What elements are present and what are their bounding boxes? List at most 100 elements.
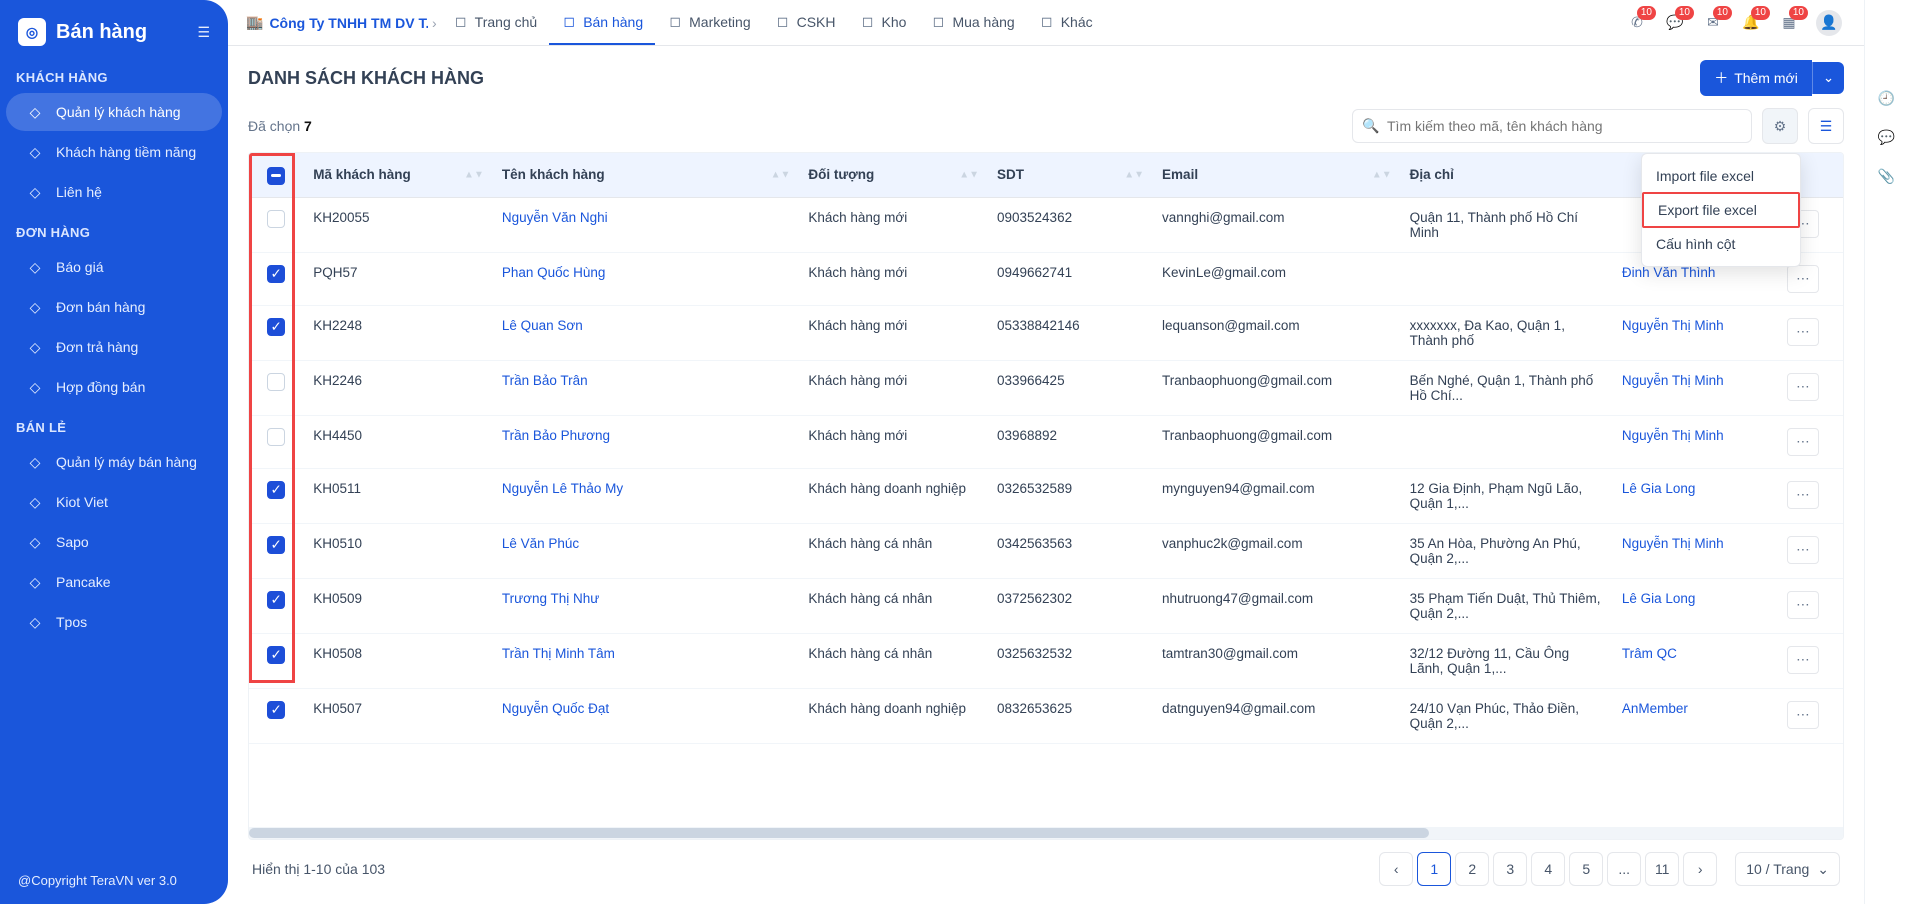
row-checkbox[interactable] [267,210,285,228]
import-excel-item[interactable]: Import file excel [1642,160,1800,192]
sidebar-item[interactable]: ◇Sapo [6,523,222,561]
nav-tab[interactable]: ◻Khác [1027,0,1105,45]
add-button-dropdown[interactable]: ⌄ [1812,62,1844,94]
sidebar-item[interactable]: ◇Khách hàng tiềm năng [6,133,222,171]
sidebar-item[interactable]: ◇Tpos [6,603,222,641]
tab-icon: ◻ [667,14,683,30]
cell-name[interactable]: Lê Văn Phúc [502,536,579,551]
cell-name[interactable]: Lê Quan Sơn [502,318,583,333]
sidebar-item[interactable]: ◇Báo giá [6,248,222,286]
page-number[interactable]: ... [1607,852,1641,886]
attachment-icon[interactable]: 📎 [1878,168,1895,185]
sidebar-item[interactable]: ◇Đơn bán hàng [6,288,222,326]
export-excel-item[interactable]: Export file excel [1642,192,1800,228]
row-more-button[interactable]: ⋯ [1787,428,1819,456]
sidebar-item[interactable]: ◇Liên hệ [6,173,222,211]
row-more-button[interactable]: ⋯ [1787,481,1819,509]
row-more-button[interactable]: ⋯ [1787,265,1819,293]
cell-owner[interactable]: Lê Gia Long [1622,591,1696,606]
cell-name[interactable]: Nguyễn Lê Thảo My [502,481,623,496]
sliders-icon: ⚙ [1774,118,1787,135]
page-next[interactable]: › [1683,852,1717,886]
table-row: ✓KH0511Nguyễn Lê Thảo MyKhách hàng doanh… [249,468,1843,523]
row-checkbox[interactable]: ✓ [267,265,285,283]
apps-icon[interactable]: ▦10 [1778,12,1800,34]
row-checkbox[interactable]: ✓ [267,318,285,336]
row-checkbox[interactable]: ✓ [267,701,285,719]
sidebar-item[interactable]: ◇Quản lý máy bán hàng [6,443,222,481]
row-more-button[interactable]: ⋯ [1787,646,1819,674]
bell-icon[interactable]: 🔔10 [1740,12,1762,34]
row-more-button[interactable]: ⋯ [1787,373,1819,401]
configure-columns-item[interactable]: Cấu hình cột [1642,228,1800,260]
page-size-selector[interactable]: 10 / Trang⌄ [1735,852,1840,886]
sidebar-item[interactable]: ◇Hợp đồng bán [6,368,222,406]
cell-owner[interactable]: Lê Gia Long [1622,481,1696,496]
nav-tab[interactable]: ◻Marketing [655,0,762,45]
cell-phone: 0342563563 [997,536,1072,551]
row-checkbox[interactable]: ✓ [267,591,285,609]
mail-icon[interactable]: ✉10 [1702,12,1724,34]
cell-owner[interactable]: AnMember [1622,701,1688,716]
horizontal-scrollbar[interactable] [249,827,1843,839]
page-prev[interactable]: ‹ [1379,852,1413,886]
cell-name[interactable]: Trần Bảo Trân [502,373,588,388]
row-checkbox[interactable]: ✓ [267,536,285,554]
cell-owner[interactable]: Nguyễn Thị Minh [1622,536,1724,551]
sidebar-item[interactable]: ◇Quản lý khách hàng [6,93,222,131]
page-number[interactable]: 1 [1417,852,1451,886]
sidebar-item[interactable]: ◇Pancake [6,563,222,601]
page-number[interactable]: 4 [1531,852,1565,886]
sort-icon[interactable]: ▲▼ [771,171,791,178]
sidebar-collapse-icon[interactable]: ☰ [197,24,210,41]
adjust-button[interactable]: ⚙ [1762,108,1798,144]
row-checkbox[interactable]: ✓ [267,481,285,499]
cell-owner[interactable]: Nguyễn Thị Minh [1622,373,1724,388]
cell-owner[interactable]: Trâm QC [1622,646,1677,661]
row-checkbox[interactable]: ✓ [267,646,285,664]
nav-tab[interactable]: ◻Trang chủ [441,0,550,45]
row-more-button[interactable]: ⋯ [1787,591,1819,619]
page-number[interactable]: 11 [1645,852,1679,886]
page-number[interactable]: 2 [1455,852,1489,886]
sidebar-item[interactable]: ◇Đơn trả hàng [6,328,222,366]
search-input[interactable] [1352,109,1752,143]
sidebar-item[interactable]: ◇Kiot Viet [6,483,222,521]
clock-icon[interactable]: 🕘 [1878,90,1895,107]
avatar[interactable]: 👤 [1816,10,1842,36]
select-all-checkbox[interactable] [267,167,285,185]
cell-type: Khách hàng mới [808,265,907,280]
cell-owner[interactable]: Nguyễn Thị Minh [1622,428,1724,443]
row-more-button[interactable]: ⋯ [1787,318,1819,346]
nav-tab[interactable]: ◻Kho [848,0,919,45]
sort-icon[interactable]: ▲▼ [959,171,979,178]
sort-icon[interactable]: ▲▼ [464,171,484,178]
add-button[interactable]: ＋Thêm mới [1700,60,1812,96]
cell-name[interactable]: Trần Bảo Phương [502,428,610,443]
sort-icon[interactable]: ▲▼ [1372,171,1392,178]
menu-icon: ◇ [26,493,44,511]
cell-name[interactable]: Trương Thị Như [502,591,599,606]
nav-tab[interactable]: ◻Bán hàng [549,0,655,45]
nav-tab[interactable]: ◻CSKH [763,0,848,45]
filter-button[interactable]: ☰ [1808,108,1844,144]
page-size-label: 10 / Trang [1746,861,1809,877]
cell-name[interactable]: Phan Quốc Hùng [502,265,606,280]
nav-tab[interactable]: ◻Mua hàng [918,0,1026,45]
row-more-button[interactable]: ⋯ [1787,536,1819,564]
cell-addr: Bến Nghé, Quận 1, Thành phố Hồ Chí... [1410,373,1594,403]
cell-owner[interactable]: Nguyễn Thị Minh [1622,318,1724,333]
row-checkbox[interactable] [267,373,285,391]
cell-name[interactable]: Trần Thị Minh Tâm [502,646,615,661]
page-number[interactable]: 5 [1569,852,1603,886]
cell-name[interactable]: Nguyễn Quốc Đạt [502,701,609,716]
sort-icon[interactable]: ▲▼ [1124,171,1144,178]
chat-icon[interactable]: 💬10 [1664,12,1686,34]
company-selector[interactable]: 🏬 Công Ty TNHH TM DV T... [238,14,428,31]
row-more-button[interactable]: ⋯ [1787,701,1819,729]
page-number[interactable]: 3 [1493,852,1527,886]
comment-icon[interactable]: 💬 [1878,129,1895,146]
row-checkbox[interactable] [267,428,285,446]
phone-icon[interactable]: ✆10 [1626,12,1648,34]
cell-name[interactable]: Nguyễn Văn Nghi [502,210,608,225]
